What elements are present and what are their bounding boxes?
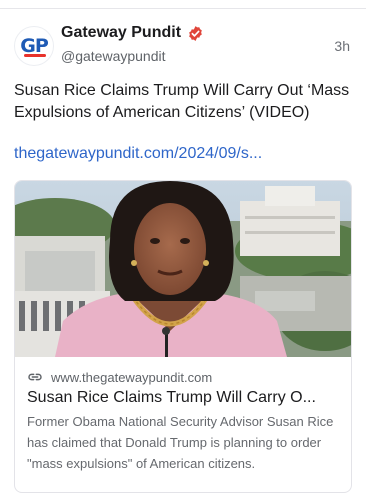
post-link[interactable]: thegatewaypundit.com/2024/09/s... xyxy=(14,145,262,163)
card-title[interactable]: Susan Rice Claims Trump Will Carry O... xyxy=(27,389,339,407)
author-name-line: Gateway Pundit xyxy=(61,24,204,42)
card-description: Former Obama National Security Advisor S… xyxy=(27,414,334,471)
card-domain-row: www.thegatewaypundit.com xyxy=(27,369,339,385)
verified-badge-icon xyxy=(189,25,202,41)
card-domain: www.thegatewaypundit.com xyxy=(51,369,213,385)
avatar-swoosh xyxy=(24,54,46,57)
author-handle[interactable]: @gatewaypundit xyxy=(61,48,166,64)
author-display-name[interactable]: Gateway Pundit xyxy=(61,24,181,42)
link-icon xyxy=(28,373,42,381)
post-header: GP Gateway Pundit @gatewaypundit 3h xyxy=(14,24,352,70)
top-divider xyxy=(0,8,366,9)
link-preview-card[interactable]: www.thegatewaypundit.com Susan Rice Clai… xyxy=(14,180,352,493)
card-meta: www.thegatewaypundit.com Susan Rice Clai… xyxy=(15,357,351,492)
post-text: Susan Rice Claims Trump Will Carry Out ‘… xyxy=(14,82,350,121)
post-timestamp: 3h xyxy=(334,38,350,54)
avatar[interactable]: GP xyxy=(14,26,54,66)
card-thumbnail-image xyxy=(15,181,351,357)
